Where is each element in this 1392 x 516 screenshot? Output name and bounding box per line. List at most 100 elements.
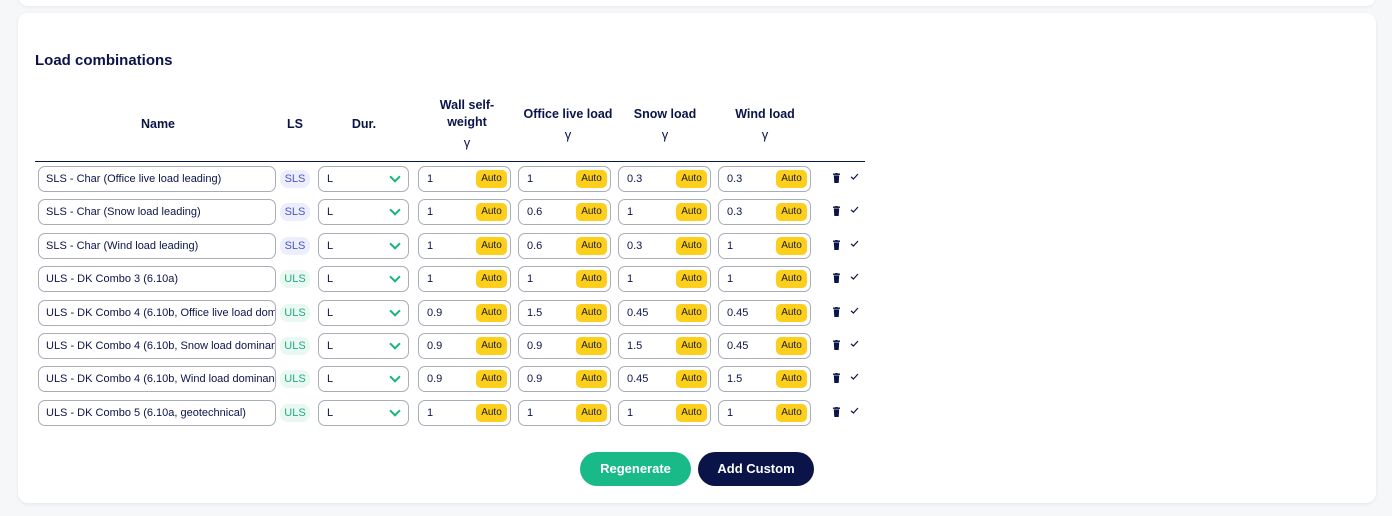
trash-icon[interactable]	[833, 239, 840, 250]
check-icon[interactable]	[850, 172, 859, 181]
check-icon[interactable]	[850, 272, 859, 281]
auto-button[interactable]: Auto	[676, 170, 707, 188]
wind-factor-input[interactable]: 0.45 Auto	[718, 299, 811, 326]
auto-button[interactable]: Auto	[476, 403, 507, 422]
wind-factor-input[interactable]: 0.3 Auto	[718, 166, 811, 192]
combination-name-input[interactable]: ULS - DK Combo 4 (6.10b, Wind load domin…	[38, 366, 276, 393]
combination-name-input[interactable]: ULS - DK Combo 5 (6.10a, geotechnical)	[38, 399, 276, 426]
wall-factor-input[interactable]: 1 Auto	[418, 399, 511, 426]
auto-button[interactable]: Auto	[776, 337, 807, 355]
office-factor-input[interactable]: 0.9 Auto	[518, 366, 611, 393]
office-factor-input[interactable]: 0.9 Auto	[518, 333, 611, 359]
auto-button[interactable]: Auto	[476, 370, 507, 389]
auto-button[interactable]: Auto	[776, 203, 807, 222]
auto-button[interactable]: Auto	[776, 270, 807, 289]
duration-select[interactable]: L	[318, 166, 409, 192]
add-custom-button[interactable]: Add Custom	[698, 452, 814, 486]
duration-select[interactable]: L	[318, 232, 409, 259]
auto-button[interactable]: Auto	[676, 303, 707, 322]
wall-factor-input[interactable]: 1 Auto	[418, 199, 511, 226]
wind-factor-input[interactable]: 0.45 Auto	[718, 333, 811, 359]
duration-select[interactable]: L	[318, 399, 409, 426]
wind-factor-input[interactable]: 1 Auto	[718, 232, 811, 259]
combination-name-input[interactable]: SLS - Char (Snow load leading)	[38, 199, 276, 226]
snow-factor-input[interactable]: 0.45 Auto	[618, 366, 711, 393]
snow-factor-input[interactable]: 1 Auto	[618, 199, 711, 226]
auto-button[interactable]: Auto	[576, 303, 607, 322]
check-icon[interactable]	[850, 239, 859, 248]
auto-button[interactable]: Auto	[476, 270, 507, 289]
auto-button[interactable]: Auto	[776, 236, 807, 255]
auto-button[interactable]: Auto	[776, 170, 807, 188]
auto-button[interactable]: Auto	[476, 203, 507, 222]
auto-button[interactable]: Auto	[676, 337, 707, 355]
duration-select[interactable]: L	[318, 199, 409, 226]
snow-factor-input[interactable]: 0.3 Auto	[618, 232, 711, 259]
office-factor-input[interactable]: 1 Auto	[518, 266, 611, 293]
trash-icon[interactable]	[833, 406, 840, 417]
duration-select[interactable]: L	[318, 266, 409, 293]
snow-factor-input[interactable]: 0.3 Auto	[618, 166, 711, 192]
check-icon[interactable]	[850, 306, 859, 315]
trash-icon[interactable]	[833, 306, 840, 317]
auto-button[interactable]: Auto	[476, 170, 507, 188]
office-factor-input[interactable]: 0.6 Auto	[518, 232, 611, 259]
duration-value: L	[327, 406, 334, 419]
wall-factor-input[interactable]: 0.9 Auto	[418, 299, 511, 326]
trash-icon[interactable]	[833, 340, 840, 350]
office-factor-input[interactable]: 0.6 Auto	[518, 199, 611, 226]
snow-factor-input[interactable]: 1 Auto	[618, 266, 711, 293]
auto-button[interactable]: Auto	[776, 403, 807, 422]
snow-factor-input[interactable]: 1 Auto	[618, 399, 711, 426]
auto-button[interactable]: Auto	[476, 303, 507, 322]
auto-button[interactable]: Auto	[576, 337, 607, 355]
wind-factor-value: 0.3	[727, 206, 743, 219]
wind-factor-input[interactable]: 1 Auto	[718, 266, 811, 293]
wall-factor-input[interactable]: 0.9 Auto	[418, 366, 511, 393]
auto-button[interactable]: Auto	[576, 203, 607, 222]
snow-factor-input[interactable]: 0.45 Auto	[618, 299, 711, 326]
combination-name-input[interactable]: ULS - DK Combo 3 (6.10a)	[38, 266, 276, 293]
combination-name-input[interactable]: ULS - DK Combo 4 (6.10b, Office live loa…	[38, 299, 276, 326]
auto-button[interactable]: Auto	[576, 270, 607, 289]
auto-button[interactable]: Auto	[776, 303, 807, 322]
auto-button[interactable]: Auto	[576, 403, 607, 422]
auto-button[interactable]: Auto	[676, 403, 707, 422]
auto-button[interactable]: Auto	[676, 203, 707, 222]
wind-factor-input[interactable]: 1 Auto	[718, 399, 811, 426]
auto-button[interactable]: Auto	[576, 170, 607, 188]
auto-button[interactable]: Auto	[476, 236, 507, 255]
auto-button[interactable]: Auto	[576, 370, 607, 389]
auto-button[interactable]: Auto	[676, 236, 707, 255]
office-factor-input[interactable]: 1 Auto	[518, 166, 611, 192]
wall-factor-input[interactable]: 1 Auto	[418, 266, 511, 293]
auto-button[interactable]: Auto	[676, 270, 707, 289]
duration-select[interactable]: L	[318, 333, 409, 359]
check-icon[interactable]	[850, 205, 859, 214]
duration-select[interactable]: L	[318, 299, 409, 326]
auto-button[interactable]: Auto	[776, 370, 807, 389]
trash-icon[interactable]	[833, 373, 840, 384]
trash-icon[interactable]	[833, 273, 840, 284]
duration-select[interactable]: L	[318, 366, 409, 393]
trash-icon[interactable]	[833, 173, 840, 183]
check-icon[interactable]	[850, 339, 859, 348]
combination-name-input[interactable]: ULS - DK Combo 4 (6.10b, Snow load domin…	[38, 333, 276, 359]
wall-factor-input[interactable]: 0.9 Auto	[418, 333, 511, 359]
trash-icon[interactable]	[833, 206, 840, 217]
check-icon[interactable]	[850, 406, 859, 415]
office-factor-input[interactable]: 1 Auto	[518, 399, 611, 426]
auto-button[interactable]: Auto	[476, 337, 507, 355]
wall-factor-input[interactable]: 1 Auto	[418, 166, 511, 192]
wall-factor-input[interactable]: 1 Auto	[418, 232, 511, 259]
regenerate-button[interactable]: Regenerate	[580, 452, 691, 486]
wind-factor-input[interactable]: 0.3 Auto	[718, 199, 811, 226]
combination-name-input[interactable]: SLS - Char (Office live load leading)	[38, 166, 276, 192]
auto-button[interactable]: Auto	[576, 236, 607, 255]
office-factor-input[interactable]: 1.5 Auto	[518, 299, 611, 326]
combination-name-input[interactable]: SLS - Char (Wind load leading)	[38, 232, 276, 259]
wind-factor-input[interactable]: 1.5 Auto	[718, 366, 811, 393]
snow-factor-input[interactable]: 1.5 Auto	[618, 333, 711, 359]
auto-button[interactable]: Auto	[676, 370, 707, 389]
check-icon[interactable]	[850, 372, 859, 381]
